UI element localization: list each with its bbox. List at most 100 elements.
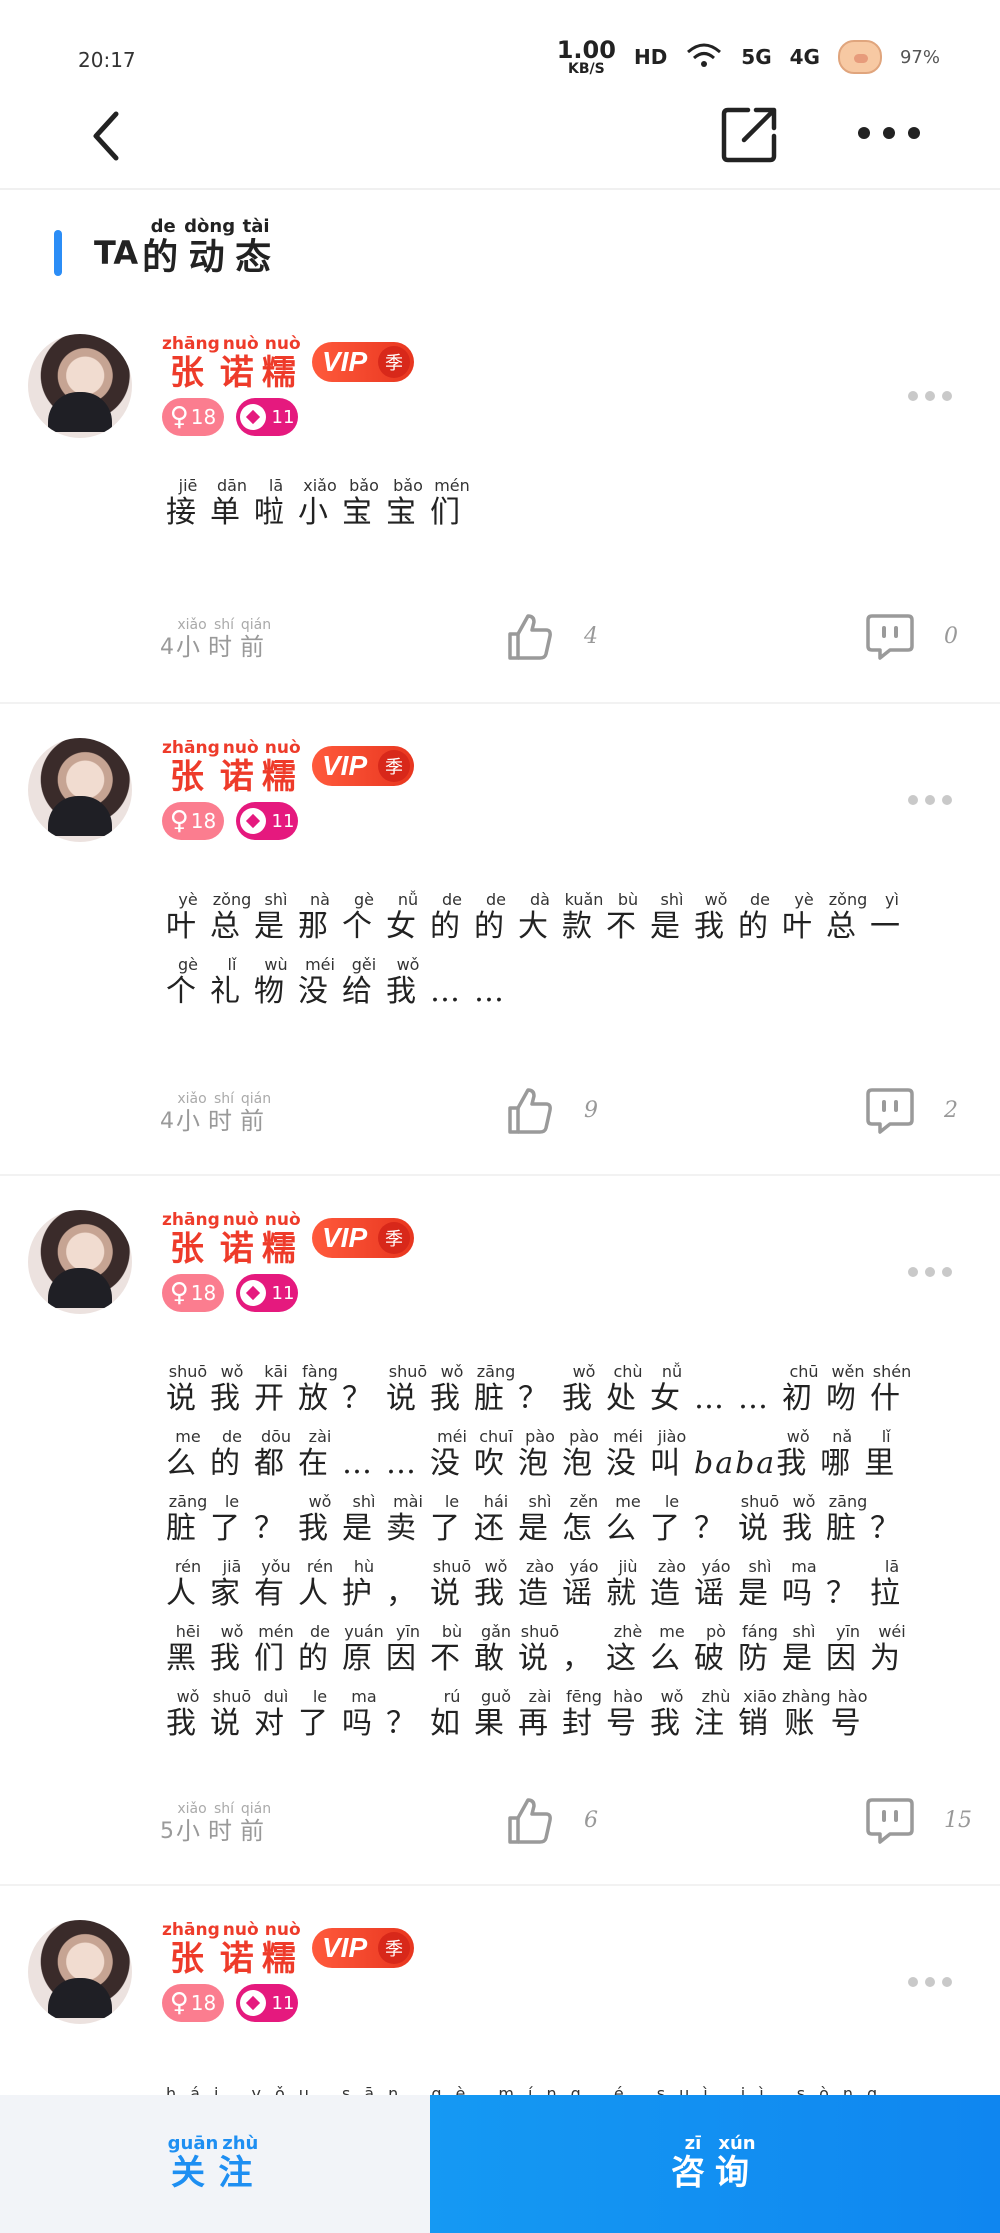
ruby-char: 不bù (606, 890, 650, 944)
ruby-char: 在zài (298, 1427, 342, 1481)
post-text-line: 我wǒ说shuō对duì了le吗ma？如rú果guǒ再zài封fēng号hào我… (166, 1687, 926, 1754)
level-value: 11 (271, 1282, 295, 1304)
like-count: 6 (584, 1808, 598, 1833)
ruby-char: 注zhù (694, 1687, 738, 1741)
ruby-char: 大dà (518, 890, 562, 944)
ruby-char: 物wù (254, 955, 298, 1009)
like-count: 9 (584, 1098, 598, 1123)
ruby-char: 卖mài (386, 1492, 430, 1546)
more-button[interactable] (854, 108, 924, 158)
status-bar: 20:17 1.00 KB/S HD 5G 4G 97% (0, 0, 1000, 90)
title-accent-bar (54, 230, 62, 276)
vip-season-badge: 季 (378, 750, 410, 782)
section-title: TA 的de动dòng态tài (54, 210, 277, 280)
vip-label: VIP (322, 750, 368, 781)
ruby-char: 说shuō (166, 1362, 210, 1416)
latin-text: baba (694, 1446, 777, 1481)
user-name[interactable]: 张zhāng诺nuò糯nuò (162, 1210, 304, 1270)
user-name[interactable]: 张zhāng诺nuò糯nuò (162, 334, 304, 394)
ruby-char: ？ (386, 1706, 430, 1741)
like-button[interactable] (506, 1796, 554, 1846)
comment-count: 0 (944, 624, 958, 649)
like-button[interactable] (506, 1086, 554, 1136)
avatar[interactable] (28, 738, 132, 842)
share-button[interactable] (718, 102, 782, 166)
title-text: 的de动dòng态tài (142, 216, 277, 280)
status-icons: 1.00 KB/S HD 5G 4G 97% (557, 38, 940, 76)
ruby-char: 我wǒ (166, 1687, 210, 1741)
ruby-char: … (430, 974, 474, 1009)
battery-level: 97% (899, 46, 940, 68)
ruby-char: 我wǒ (474, 1557, 518, 1611)
age-value: 18 (190, 405, 217, 429)
ruby-char: ， (562, 1641, 606, 1676)
ruby-char: 里lǐ (864, 1427, 909, 1481)
thumbs-up-icon (508, 1088, 552, 1134)
avatar[interactable] (28, 334, 132, 438)
comment-icon (866, 1798, 914, 1844)
comment-button[interactable] (864, 1796, 916, 1846)
consult-button[interactable]: 咨zī询xún (430, 2095, 1000, 2233)
ruby-char: 再zài (518, 1687, 562, 1741)
avatar[interactable] (28, 1210, 132, 1314)
ruby-char: 处chù (606, 1362, 650, 1416)
ruby-char: 叶yè (166, 890, 210, 944)
vip-season-badge: 季 (378, 1222, 410, 1254)
female-icon: ♀ (169, 806, 189, 836)
ruby-char: 放fàng (298, 1362, 342, 1416)
ruby-char: 的de (430, 890, 474, 944)
ruby-char: 小xiǎo (176, 1091, 208, 1135)
ruby-char: 造zào (518, 1557, 562, 1611)
vip-badge: VIP 季 (312, 746, 414, 786)
follow-label: 关guān注zhù (167, 2132, 263, 2193)
ruby-char: 的de (474, 890, 518, 944)
user-name[interactable]: 张zhāng诺nuò糯nuò (162, 738, 304, 798)
ruby-char: 账zhàng (782, 1687, 831, 1741)
ruby-char: 了le (430, 1492, 474, 1546)
ruby-char: 说shuō (738, 1492, 782, 1546)
like-count: 4 (584, 624, 598, 649)
ruby-char: 脏zāng (826, 1492, 870, 1546)
gender-age-badge: ♀ 18 (162, 1274, 224, 1312)
post-more-button[interactable] (908, 1972, 952, 1992)
ruby-char: 小xiǎo (176, 1801, 208, 1845)
follow-button[interactable]: 关guān注zhù (0, 2095, 430, 2233)
post-more-button[interactable] (908, 1262, 952, 1282)
ruby-char: 护hù (342, 1557, 386, 1611)
ruby-char: 拉lā (870, 1557, 914, 1611)
ruby-char: 吗ma (342, 1687, 386, 1741)
ruby-char: 号hào (606, 1687, 650, 1741)
ruby-char: … (342, 1446, 386, 1481)
ruby-char: 销xiāo (738, 1687, 782, 1741)
ruby-char: 们mén (430, 476, 474, 530)
ruby-char: 那nà (298, 890, 342, 944)
post-more-button[interactable] (908, 386, 952, 406)
dot-icon (942, 795, 952, 805)
ruby-char: 就jiù (606, 1557, 650, 1611)
ruby-char: 我wǒ (694, 890, 738, 944)
ruby-char: 女nǚ (386, 890, 430, 944)
ruby-char: 前qián (240, 1091, 272, 1135)
ruby-char: 怎zěn (562, 1492, 606, 1546)
ruby-char: 是shì (342, 1492, 386, 1546)
ruby-char: 前qián (240, 1801, 272, 1845)
ruby-char: 破pò (694, 1622, 738, 1676)
wifi-icon (685, 40, 723, 75)
ruby-char: 是shì (782, 1622, 826, 1676)
ruby-char: 接jiē (166, 476, 210, 530)
post-more-button[interactable] (908, 790, 952, 810)
comment-button[interactable] (864, 1086, 916, 1136)
ruby-char: 的de (210, 1427, 254, 1481)
comment-button[interactable] (864, 612, 916, 662)
ruby-char: 礼lǐ (210, 955, 254, 1009)
user-name[interactable]: 张zhāng诺nuò糯nuò (162, 1920, 304, 1980)
ruby-char: ？ (826, 1576, 870, 1611)
like-button[interactable] (506, 612, 554, 662)
diamond-icon (239, 1990, 266, 2016)
ruby-char: 没méi (430, 1427, 474, 1481)
avatar[interactable] (28, 1920, 132, 2024)
ruby-char: 说shuō (386, 1362, 430, 1416)
ruby-char: 们mén (254, 1622, 298, 1676)
back-button[interactable] (80, 102, 140, 172)
name-char: 张zhāng (162, 738, 220, 797)
